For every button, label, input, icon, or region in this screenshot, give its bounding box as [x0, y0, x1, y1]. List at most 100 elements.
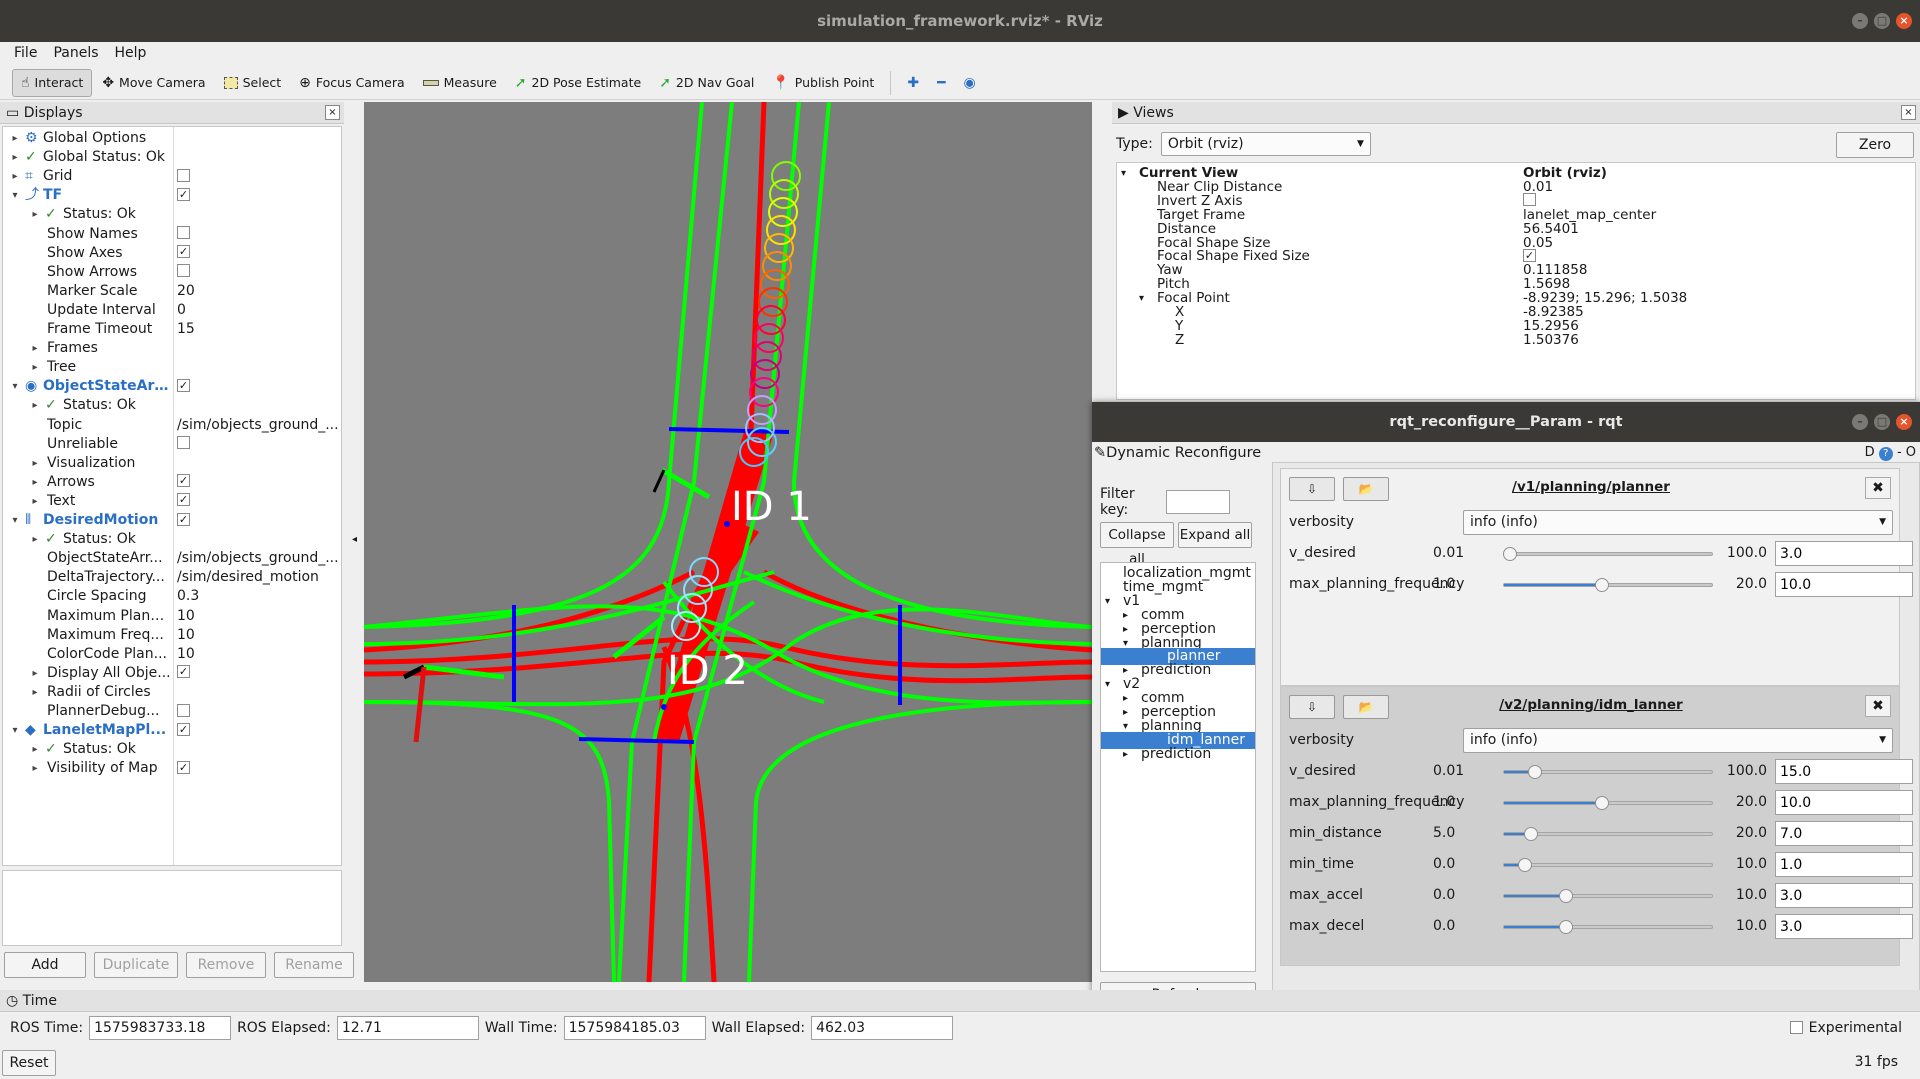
display-row[interactable]: ▸ ✓ Status: Ok	[3, 740, 341, 759]
plugin-window-controls[interactable]: - O	[1897, 445, 1916, 460]
display-row[interactable]: ▾ ⤴ TF ✓	[3, 186, 341, 205]
display-row-value[interactable]	[177, 263, 339, 282]
display-row[interactable]: Show Axes ✓	[3, 244, 341, 263]
nav-goal-tool-button[interactable]: ➚ 2D Nav Goal	[651, 69, 762, 97]
display-checkbox[interactable]: ✓	[177, 722, 190, 736]
display-row[interactable]: Circle Spacing 0.3	[3, 587, 341, 606]
display-row-value[interactable]: /sim/objects_ground_...	[177, 416, 339, 435]
slider-handle[interactable]	[1594, 796, 1609, 810]
display-row[interactable]: ▸ Display All Obje... ✓	[3, 664, 341, 683]
display-row[interactable]: ▸ ✓ Global Status: Ok	[3, 148, 341, 167]
display-checkbox[interactable]: ✓	[177, 245, 190, 259]
display-row-value[interactable]: /sim/desired_motion	[177, 568, 339, 587]
display-row[interactable]: Unreliable	[3, 435, 341, 454]
display-row-value[interactable]	[177, 167, 339, 186]
publish-point-tool-button[interactable]: 📍 Publish Point	[764, 69, 882, 97]
display-row-value[interactable]	[177, 435, 339, 454]
param-slider[interactable]	[1503, 547, 1713, 561]
maximize-icon[interactable]: □	[1874, 414, 1890, 430]
rename-button[interactable]: Rename	[274, 952, 354, 978]
display-row[interactable]: ▸ ✓ Status: Ok	[3, 205, 341, 224]
display-row[interactable]: ▸ Text ✓	[3, 492, 341, 511]
param-value-input[interactable]	[1775, 541, 1913, 566]
menu-help[interactable]: Help	[107, 42, 155, 64]
display-row-value[interactable]: ✓	[177, 511, 339, 530]
display-row[interactable]: Frame Timeout 15	[3, 320, 341, 339]
display-checkbox[interactable]: ✓	[177, 187, 190, 201]
view-property-checkbox[interactable]: ✓	[1523, 248, 1536, 262]
param-slider[interactable]	[1503, 920, 1713, 934]
display-row-value[interactable]: 20	[177, 282, 339, 301]
menu-panels[interactable]: Panels	[45, 42, 106, 64]
param-slider[interactable]	[1503, 858, 1713, 872]
param-slider[interactable]	[1503, 889, 1713, 903]
node-tree[interactable]: localization_mgmt time_mgmt ▾ v1 ▸ comm ▸ perce…	[1100, 562, 1256, 972]
chevron-right-icon[interactable]: ▸	[29, 530, 41, 549]
display-row-value[interactable]	[177, 702, 339, 721]
display-row-value[interactable]: ✓	[177, 377, 339, 396]
chevron-right-icon[interactable]: ▸	[29, 492, 41, 511]
display-checkbox[interactable]	[177, 436, 190, 450]
verbosity-select[interactable]: info (info) ▼	[1463, 728, 1893, 753]
minimize-icon[interactable]: –	[1852, 13, 1868, 29]
param-value-input[interactable]	[1775, 852, 1913, 877]
display-row-value[interactable]: 10	[177, 645, 339, 664]
chevron-right-icon[interactable]: ▸	[29, 473, 41, 492]
wall-elapsed-field[interactable]: 462.03	[811, 1016, 954, 1040]
display-row[interactable]: ▸ Radii of Circles	[3, 683, 341, 702]
display-row[interactable]: ▸ ✓ Status: Ok	[3, 396, 341, 415]
display-row[interactable]: Show Names	[3, 225, 341, 244]
node-tree-item[interactable]: ▸ prediction	[1101, 746, 1255, 763]
display-checkbox[interactable]: ✓	[177, 378, 190, 392]
menu-file[interactable]: File	[6, 42, 45, 64]
display-row-value[interactable]: ✓	[177, 186, 339, 205]
display-row-value[interactable]: ✓	[177, 759, 339, 778]
display-checkbox[interactable]: ✓	[177, 474, 190, 488]
display-checkbox[interactable]	[177, 226, 190, 239]
display-row[interactable]: ColorCode Plan... 10	[3, 645, 341, 664]
display-row[interactable]: ▸ ⚙ Global Options	[3, 129, 341, 148]
display-checkbox[interactable]	[177, 264, 190, 278]
display-checkbox[interactable]	[177, 168, 190, 182]
collapse-arrow-icon[interactable]: ◂	[352, 534, 357, 545]
slider-handle[interactable]	[1528, 765, 1543, 779]
param-slider[interactable]	[1503, 578, 1713, 592]
render-viewport[interactable]: ID 1 ID 2	[364, 102, 1092, 982]
slider-handle[interactable]	[1524, 827, 1539, 841]
remove-tool-button[interactable]: ━	[929, 69, 953, 97]
param-value-input[interactable]	[1775, 759, 1913, 784]
display-row[interactable]: PlannerDebug...	[3, 702, 341, 721]
display-checkbox[interactable]: ✓	[177, 760, 190, 774]
display-row[interactable]: Maximum Plann... 10	[3, 607, 341, 626]
display-row-value[interactable]: ✓	[177, 721, 339, 740]
display-checkbox[interactable]: ✓	[177, 493, 190, 507]
display-row-value[interactable]: ✓	[177, 664, 339, 683]
param-value-input[interactable]	[1775, 790, 1913, 815]
display-row[interactable]: Marker Scale 20	[3, 282, 341, 301]
slider-handle[interactable]	[1503, 547, 1518, 561]
param-slider[interactable]	[1503, 827, 1713, 841]
display-row[interactable]: ▾ ⦀ DesiredMotion ✓	[3, 511, 341, 530]
display-checkbox[interactable]	[177, 703, 190, 717]
zero-button[interactable]: Zero	[1836, 132, 1914, 158]
measure-tool-button[interactable]: Measure	[415, 69, 505, 97]
display-row-value[interactable]: 10	[177, 607, 339, 626]
close-icon[interactable]: ×	[325, 105, 340, 120]
display-row[interactable]: ▸ Tree	[3, 358, 341, 377]
chevron-down-icon[interactable]: ▾	[9, 511, 21, 530]
reset-button[interactable]: Reset	[2, 1050, 56, 1076]
display-row-value[interactable]: 0	[177, 301, 339, 320]
display-row-value[interactable]: ✓	[177, 492, 339, 511]
chevron-right-icon[interactable]: ▸	[9, 167, 21, 186]
display-row-value[interactable]: ✓	[177, 244, 339, 263]
chevron-right-icon[interactable]: ▸	[9, 129, 21, 148]
display-checkbox[interactable]: ✓	[177, 512, 190, 526]
verbosity-select[interactable]: info (info) ▼	[1463, 510, 1893, 535]
chevron-right-icon[interactable]: ▸	[29, 664, 41, 683]
move-camera-tool-button[interactable]: ✥ Move Camera	[94, 69, 213, 97]
display-row[interactable]: ▸ Arrows ✓	[3, 473, 341, 492]
display-row[interactable]: ▾ ◉ ObjectStateArr... ✓	[3, 377, 341, 396]
displays-tree[interactable]: ▸ ⚙ Global Options ▸ ✓ Global Status: Ok ▸ ⌗ Gri…	[2, 126, 342, 866]
slider-handle[interactable]	[1559, 920, 1574, 934]
close-icon[interactable]: ×	[1901, 105, 1916, 120]
